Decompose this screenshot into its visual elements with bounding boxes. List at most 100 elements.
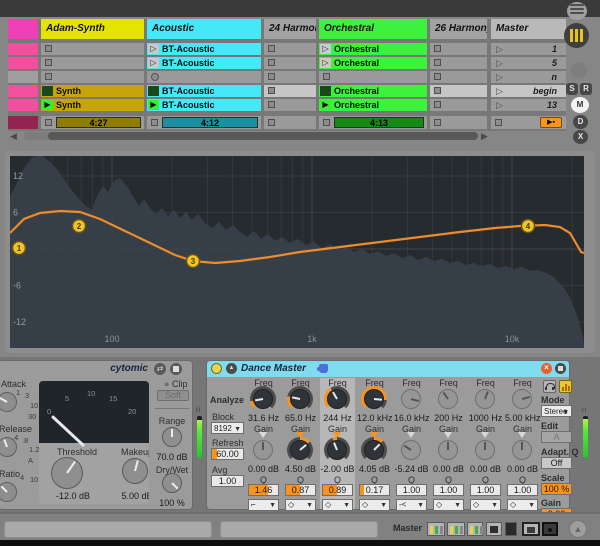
clip-launch-button[interactable] <box>148 86 159 96</box>
gain-value[interactable]: 0.00 dB <box>468 464 503 474</box>
track-header[interactable]: 26 Harmony <box>430 19 487 39</box>
freq-knob[interactable] <box>512 389 532 409</box>
scale-value[interactable]: 100 % <box>541 483 572 495</box>
scene-launch-icon[interactable]: ▷ <box>496 99 503 111</box>
clip-slot[interactable]: ▷Orchestral <box>319 43 427 55</box>
range-value[interactable]: 70.0 dB <box>151 452 193 462</box>
filter-type-dropdown[interactable]: -<▼ <box>396 499 427 511</box>
clip-slot[interactable] <box>430 71 487 83</box>
eq-band-marker[interactable]: 4 <box>522 220 535 233</box>
clip-slot[interactable] <box>147 71 261 83</box>
adaptq-button[interactable]: Off <box>541 457 572 469</box>
q-value[interactable]: 1.00 <box>396 484 427 496</box>
soft-clip-button[interactable]: Soft <box>157 390 189 401</box>
clip-launch-button[interactable]: ▷ <box>320 44 331 54</box>
freq-knob[interactable] <box>290 389 310 409</box>
scroll-right-arrow[interactable]: ▶ <box>481 131 488 141</box>
filter-type-dropdown[interactable]: ⌐▼ <box>248 499 279 511</box>
drywet-knob[interactable] <box>162 473 182 493</box>
track-header[interactable]: Adam-Synth <box>41 19 144 39</box>
session-hscrollbar-thumb[interactable] <box>48 132 478 140</box>
gain-value[interactable]: -5.24 dB <box>394 464 429 474</box>
chain-scroll-left[interactable] <box>4 521 212 538</box>
device-chain-thumbnail[interactable] <box>467 522 483 536</box>
clip-slot[interactable] <box>264 71 316 83</box>
track-delay-toggle[interactable]: D <box>573 115 588 129</box>
q-value[interactable]: 0.87 <box>285 484 316 496</box>
threshold-value[interactable]: -12.0 dB <box>47 491 99 501</box>
clip-slot[interactable] <box>430 116 487 129</box>
clip-stop-button[interactable] <box>434 59 441 66</box>
attack-knob[interactable] <box>0 392 17 412</box>
filter-type-dropdown[interactable]: ◇▼ <box>470 499 501 511</box>
clip-slot[interactable]: ▷BT-Acoustic <box>147 43 261 55</box>
sends-toggle[interactable]: S <box>566 83 578 95</box>
gain-knob[interactable] <box>475 440 495 460</box>
clip-stop-button[interactable] <box>268 87 275 94</box>
clip-slot[interactable]: ▷n <box>491 71 566 83</box>
eq-spectrum-display[interactable]: 126-6-121001k10k1234 <box>5 151 595 353</box>
chain-scroll-right[interactable] <box>220 521 378 538</box>
freq-value[interactable]: 31.6 Hz <box>246 413 281 423</box>
clip-stop-button[interactable] <box>45 73 52 80</box>
io-section-toggle[interactable] <box>571 62 587 78</box>
clip-slot[interactable] <box>430 43 487 55</box>
makeup-knob[interactable] <box>122 458 148 484</box>
fold-chain-icon[interactable]: ▲ <box>569 520 587 538</box>
clip-stop-button[interactable] <box>268 101 275 108</box>
q-value[interactable]: 1.00 <box>433 484 464 496</box>
q-value[interactable]: 1.00 <box>470 484 501 496</box>
stop-all-clips-square[interactable] <box>495 119 502 126</box>
clip-slot[interactable]: 4:13 <box>319 116 427 129</box>
clip-slot[interactable] <box>264 85 316 97</box>
clip-slot[interactable]: ▷Orchestral <box>319 57 427 69</box>
device-chain-thumbnail[interactable] <box>505 522 517 536</box>
clip-slot[interactable] <box>8 71 38 83</box>
clip-slot[interactable] <box>8 99 38 111</box>
scene-launch-icon[interactable]: ▷ <box>496 57 503 69</box>
freq-value[interactable]: 244 Hz <box>320 413 355 423</box>
device-chain-thumbnail[interactable] <box>447 522 465 536</box>
makeup-value[interactable]: 5.00 dB <box>117 491 149 501</box>
drywet-value[interactable]: 100 % <box>151 498 193 508</box>
q-value[interactable]: 0.89 <box>322 484 353 496</box>
threshold-knob[interactable] <box>51 457 83 489</box>
gain-knob[interactable] <box>512 440 532 460</box>
gain-knob[interactable] <box>290 440 310 460</box>
freq-knob[interactable] <box>401 389 421 409</box>
gain-value[interactable]: 0.00 dB <box>431 464 466 474</box>
clip-stop-button[interactable] <box>45 119 52 126</box>
gain-knob[interactable] <box>438 440 458 460</box>
clip-launch-button[interactable]: ▷ <box>148 58 159 68</box>
gain-knob[interactable] <box>364 440 384 460</box>
clip-slot[interactable] <box>8 85 38 97</box>
clip-slot[interactable]: Orchestral <box>319 85 427 97</box>
scene-launch-icon[interactable]: ▷ <box>496 71 503 83</box>
clip-stop-button[interactable] <box>434 87 441 94</box>
clip-slot[interactable] <box>319 71 427 83</box>
clip-slot[interactable] <box>430 99 487 111</box>
back-to-arrangement-button[interactable]: ▶▪ <box>540 117 562 128</box>
scene-launch-icon[interactable]: ▷ <box>496 85 503 97</box>
clip-launch-button[interactable]: ▶ <box>148 100 159 110</box>
freq-value[interactable]: 1000 Hz <box>468 413 503 423</box>
returns-toggle[interactable]: R <box>580 83 592 95</box>
eq-band-marker[interactable]: 1 <box>13 242 26 255</box>
clip-slot[interactable] <box>41 57 144 69</box>
clip-stop-button[interactable] <box>151 119 158 126</box>
hot-swap-icon[interactable]: ⇄ <box>154 363 166 375</box>
clip-launch-button[interactable]: ▷ <box>320 58 331 68</box>
clip-stop-button[interactable] <box>268 119 275 126</box>
clip-stop-button[interactable] <box>323 119 330 126</box>
freq-value[interactable]: 16.0 kHz <box>394 413 429 423</box>
mixer-bars-icon[interactable] <box>564 23 589 48</box>
freq-value[interactable]: 200 Hz <box>431 413 466 423</box>
eq-band-marker[interactable]: 2 <box>73 220 86 233</box>
filter-type-dropdown[interactable]: ◇▼ <box>285 499 316 511</box>
freq-knob[interactable] <box>475 389 495 409</box>
filter-type-dropdown[interactable]: ◇▼ <box>507 499 538 511</box>
track-header[interactable]: Acoustic <box>147 19 261 39</box>
clip-launch-button[interactable]: ▷ <box>148 44 159 54</box>
clip-slot[interactable]: ▷1 <box>491 43 566 55</box>
clip-slot[interactable]: ▷13 <box>491 99 566 111</box>
